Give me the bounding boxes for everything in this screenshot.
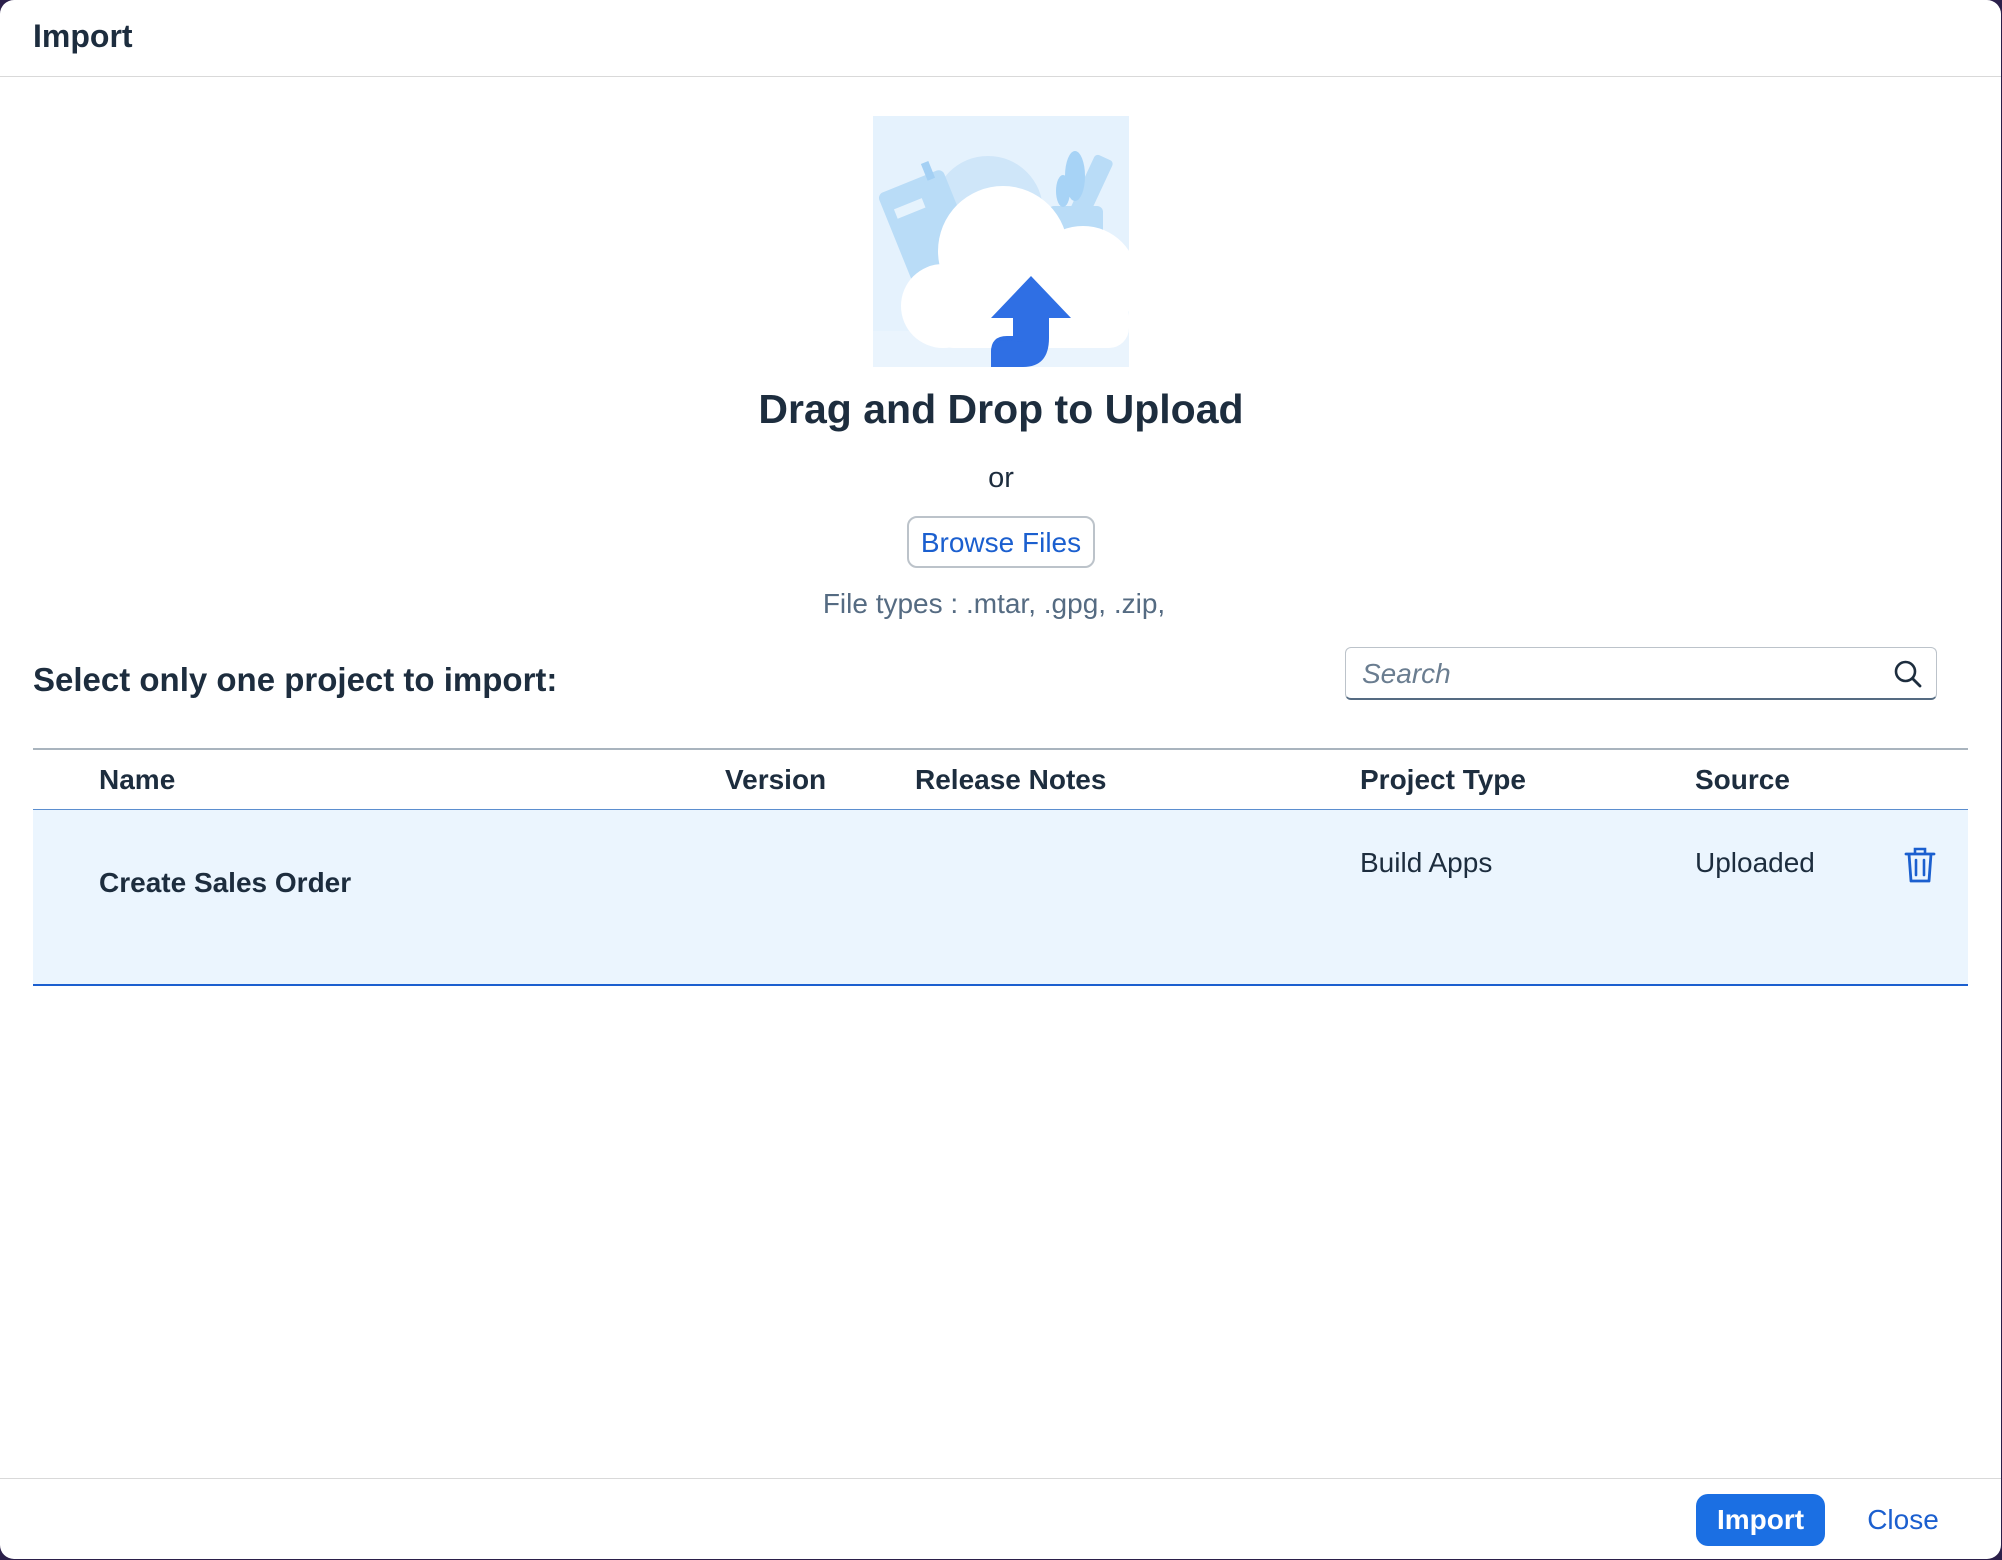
source-cell: Uploaded <box>1695 847 1815 878</box>
import-button[interactable]: Import <box>1696 1494 1825 1546</box>
trash-icon[interactable] <box>1903 846 1937 884</box>
browse-files-button[interactable]: Browse Files <box>907 516 1095 568</box>
or-separator: or <box>988 462 1014 494</box>
import-dialog: Import Drag and Drop to Upload or Browse <box>0 0 2001 1559</box>
dialog-footer: Import Close <box>0 1478 2001 1559</box>
projects-table: Name Version Release Notes Project Type … <box>33 748 1968 986</box>
column-header-release-notes: Release Notes <box>915 764 1107 795</box>
column-header-version: Version <box>725 764 827 795</box>
close-button[interactable]: Close <box>1857 1494 1949 1546</box>
table-row[interactable]: Create Sales Order Build Apps Uploaded <box>33 810 1968 986</box>
column-header-name: Name <box>99 764 176 795</box>
select-project-label: Select only one project to import: <box>33 661 558 698</box>
drag-drop-title: Drag and Drop to Upload <box>758 386 1244 432</box>
search-input[interactable] <box>1360 648 1864 700</box>
dialog-header: Import <box>0 0 2001 77</box>
dialog-title: Import <box>33 18 133 54</box>
project-type-cell: Build Apps <box>1360 847 1493 878</box>
search-field[interactable] <box>1345 647 1937 700</box>
search-icon[interactable] <box>1892 658 1924 690</box>
column-header-project-type: Project Type <box>1360 764 1526 795</box>
file-types-hint: File types : .mtar, .gpg, .zip, <box>822 588 1166 619</box>
column-header-source: Source <box>1695 764 1790 795</box>
table-header: Name Version Release Notes Project Type … <box>33 748 1968 810</box>
project-name-cell: Create Sales Order <box>99 867 352 898</box>
cloud-upload-illustration-icon <box>873 116 1138 367</box>
